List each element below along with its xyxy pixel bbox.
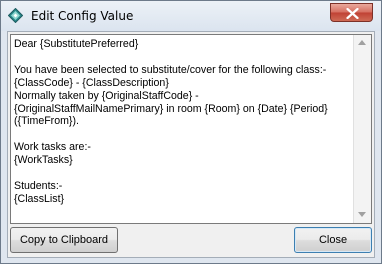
text-line: Students:- xyxy=(14,179,63,192)
config-value-text: Dear {SubstitutePreferred} You have been … xyxy=(14,38,353,206)
text-line: You have been selected to substitute/cov… xyxy=(14,63,327,76)
text-line: {WorkTasks} xyxy=(14,154,73,167)
window-close-button[interactable] xyxy=(330,3,373,22)
diamond-app-icon xyxy=(7,7,24,24)
scroll-down-icon xyxy=(358,212,366,217)
text-line: Work tasks are:- xyxy=(14,141,91,154)
text-line: Dear {SubstitutePreferred} xyxy=(14,38,139,50)
window-title: Edit Config Value xyxy=(31,9,134,23)
text-line: {ClassCode} - {ClassDescription} xyxy=(14,76,169,89)
scroll-up-icon xyxy=(358,40,366,45)
scroll-down-arrow[interactable] xyxy=(354,207,370,223)
dialog-body: Dear {SubstitutePreferred} You have been … xyxy=(7,31,375,258)
text-line: {ClassList} xyxy=(14,192,65,205)
scroll-up-arrow[interactable] xyxy=(354,35,370,51)
text-line: {OriginalStaffMailNamePrimary} in room {… xyxy=(14,102,328,115)
vertical-scrollbar[interactable] xyxy=(353,35,371,223)
copy-to-clipboard-button[interactable]: Copy to Clipboard xyxy=(10,227,118,253)
edit-config-value-window: Edit Config Value Dear {SubstitutePrefer… xyxy=(0,0,382,264)
text-line: ({TimeFrom}). xyxy=(14,115,79,128)
close-button[interactable]: Close xyxy=(294,227,372,253)
config-value-textarea[interactable]: Dear {SubstitutePreferred} You have been … xyxy=(10,34,372,224)
close-x-icon xyxy=(346,8,359,19)
title-bar[interactable]: Edit Config Value xyxy=(1,1,381,31)
text-line: Normally taken by {OriginalStaffCode} - xyxy=(14,89,199,102)
